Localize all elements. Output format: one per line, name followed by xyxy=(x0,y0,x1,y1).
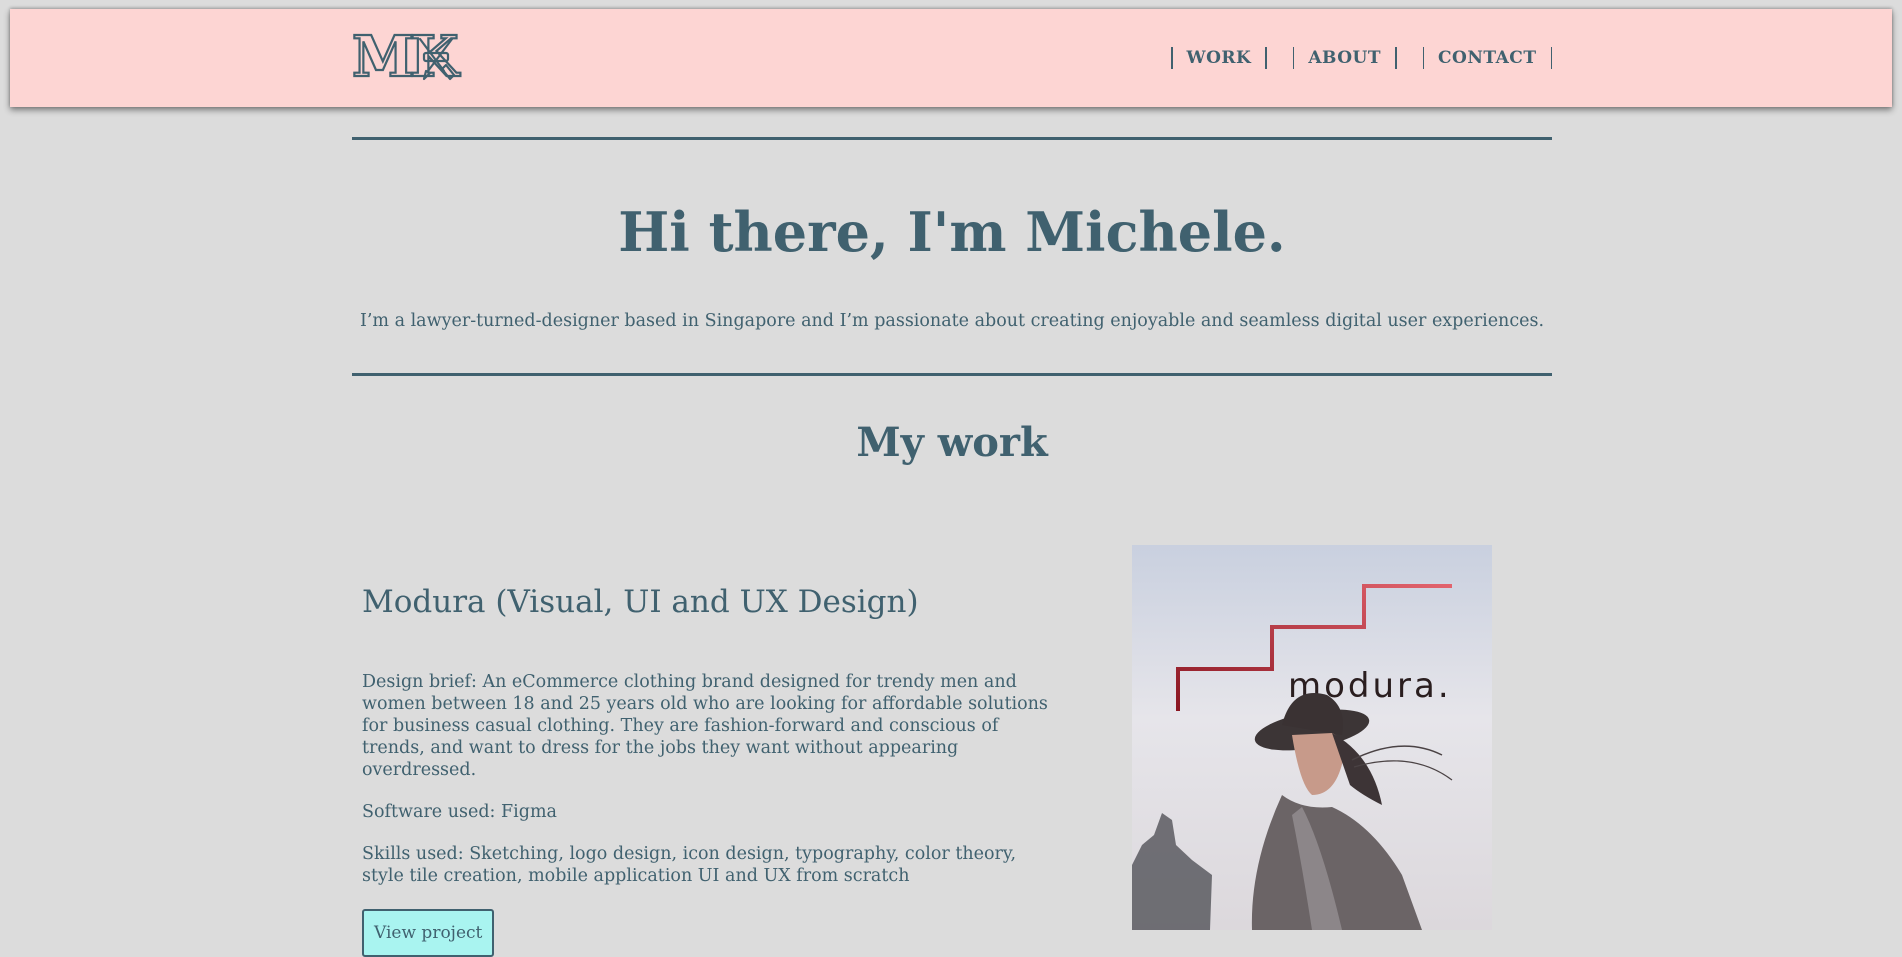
project-skills: Skills used: Sketching, logo design, ico… xyxy=(362,844,1017,886)
nav-work[interactable]: WORK xyxy=(1171,47,1267,69)
nav-work-label[interactable]: WORK xyxy=(1173,48,1266,68)
nav-contact-label[interactable]: CONTACT xyxy=(1424,48,1550,68)
nav-about-label[interactable]: ABOUT xyxy=(1294,48,1395,68)
section-title-my-work: My work xyxy=(856,419,1048,466)
main-nav: WORK ABOUT CONTACT xyxy=(1171,47,1552,69)
site-header: MK WORK ABOUT CONTACT xyxy=(10,9,1892,107)
nav-divider xyxy=(1395,47,1397,69)
project-brief: Design brief: An eCommerce clothing bran… xyxy=(362,672,1048,780)
project-software: Software used: Figma xyxy=(362,802,557,822)
hero-divider-top xyxy=(352,137,1552,140)
nav-divider xyxy=(1550,47,1552,69)
hero-title: Hi there, I'm Michele. xyxy=(618,200,1286,264)
tools-icon xyxy=(418,37,456,81)
project-title: Modura (Visual, UI and UX Design) xyxy=(362,584,919,620)
hero-subtitle: I’m a lawyer-turned-designer based in Si… xyxy=(359,311,1545,331)
nav-contact[interactable]: CONTACT xyxy=(1422,47,1552,69)
hero-divider-bottom xyxy=(352,373,1552,376)
project-image[interactable]: modura. xyxy=(1132,545,1492,930)
project-card: Modura (Visual, UI and UX Design) Design… xyxy=(362,575,1062,957)
logo[interactable]: MK xyxy=(351,26,462,97)
nav-about[interactable]: ABOUT xyxy=(1292,47,1397,69)
project-image-art: modura. xyxy=(1132,545,1492,930)
view-project-button[interactable]: View project xyxy=(362,909,495,957)
nav-divider xyxy=(1265,47,1267,69)
